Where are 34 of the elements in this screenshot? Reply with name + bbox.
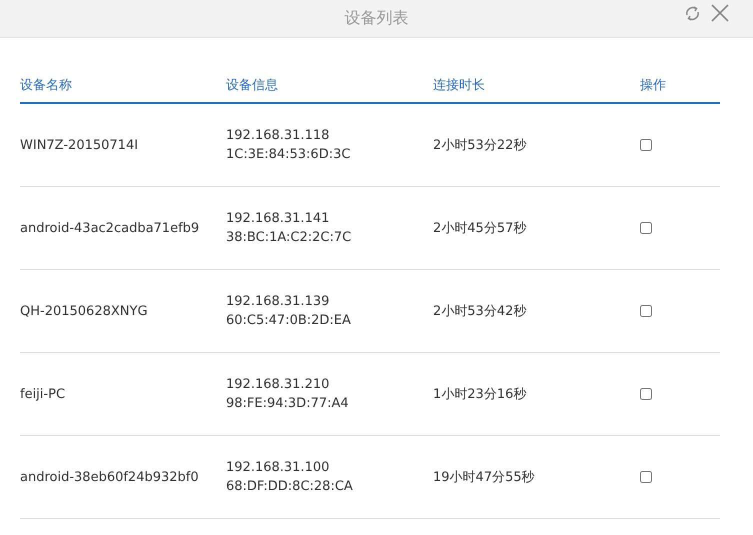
column-header: 操作 <box>640 77 667 94</box>
column-header: 设备信息 <box>226 77 279 94</box>
mac-address: 60:C5:47:0B:2D:EA <box>226 313 352 328</box>
mac-address: 1C:3E:84:53:6D:3C <box>226 147 352 162</box>
device-name: QH-20150628XNYG <box>20 304 149 318</box>
mac-address: 68:DF:DD:8C:28:CA <box>226 479 354 494</box>
mac-address: 98:FE:94:3D:77:A4 <box>226 396 350 411</box>
connection-duration: 2小时53分22秒 <box>433 137 528 154</box>
ip-address: 192.168.31.139 <box>226 294 330 309</box>
connection-duration: 1小时23分16秒 <box>433 386 528 403</box>
device-name: WIN7Z-20150714I <box>20 138 140 152</box>
row-checkbox[interactable] <box>640 470 652 482</box>
connection-duration: 2小时53分42秒 <box>433 303 528 320</box>
column-header: 设备名称 <box>20 77 73 94</box>
close-icon <box>711 4 729 22</box>
row-checkbox[interactable] <box>640 304 652 316</box>
ip-address: 192.168.31.210 <box>226 377 330 392</box>
row-checkbox[interactable] <box>640 138 652 150</box>
column-header: 连接时长 <box>433 77 486 94</box>
close-button[interactable] <box>711 4 729 22</box>
refresh-icon <box>684 4 701 22</box>
refresh-button[interactable] <box>684 4 701 22</box>
ip-address: 192.168.31.141 <box>226 211 330 226</box>
device-name: feiji-PC <box>20 386 66 402</box>
device-name: android-43ac2cadba71efb9 <box>20 220 200 236</box>
ip-address: 192.168.31.118 <box>226 128 330 143</box>
row-checkbox[interactable] <box>640 222 652 234</box>
window-title: 设备列表 <box>344 8 408 29</box>
mac-address: 38:BC:1A:C2:2C:7C <box>226 230 352 245</box>
connection-duration: 19小时47分55秒 <box>433 469 536 486</box>
device-name: android-38eb60f24b932bf0 <box>20 470 200 484</box>
connection-duration: 2小时45分57秒 <box>433 220 528 237</box>
ip-address: 192.168.31.100 <box>226 460 330 475</box>
row-checkbox[interactable] <box>640 388 652 400</box>
